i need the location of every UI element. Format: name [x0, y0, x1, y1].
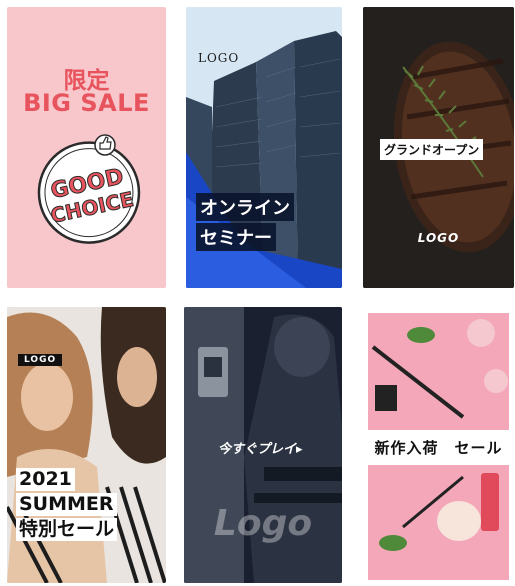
template-card-big-sale[interactable]: 限定 BIG SALE GOOD CHOICE [7, 7, 166, 288]
summer-title-line1: 2021 [16, 468, 75, 491]
template-card-new-arrival[interactable]: 新作入荷 セール [363, 307, 514, 583]
play-logo: Logo [213, 503, 313, 544]
new-arrival-text: 新作入荷 セール [374, 439, 503, 457]
grand-open-logo: LOGO [417, 231, 460, 245]
template-card-play-now[interactable]: 今すぐプレイ▸ Logo [184, 307, 342, 583]
summer-title-line2: SUMMER [16, 493, 117, 516]
seminar-title-line1: オンライン [196, 193, 294, 221]
summer-title-line3: 特別セール [16, 518, 118, 541]
seminar-title-line2: セミナー [196, 223, 276, 251]
summer-title: 2021 SUMMER 特別セール [16, 468, 118, 543]
play-now-text: 今すぐプレイ▸ [218, 442, 303, 457]
thumbs-up-icon [94, 134, 116, 156]
good-choice-badge: GOOD CHOICE [37, 134, 141, 244]
seminar-title: オンライン セミナー [196, 193, 294, 253]
summer-logo: LOGO [18, 354, 63, 366]
template-card-grand-open[interactable]: グランドオープン LOGO [363, 7, 514, 288]
new-arrival-band: 新作入荷 セール [363, 430, 514, 465]
template-card-summer-sale[interactable]: LOGO 2021 SUMMER 特別セール [7, 307, 166, 583]
grand-open-label: グランドオープン [380, 139, 484, 160]
template-card-seminar[interactable]: LOGO オンライン セミナー [186, 7, 342, 288]
seminar-logo: LOGO [198, 51, 240, 65]
